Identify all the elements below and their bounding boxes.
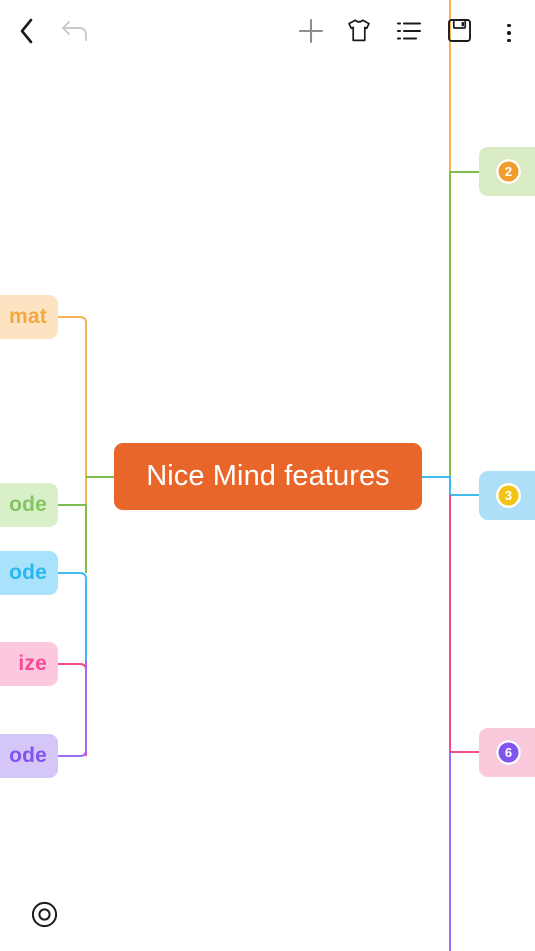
recenter-button[interactable] [27, 900, 61, 934]
list-outline-icon [396, 20, 422, 47]
mindmap-root-node[interactable]: Nice Mind features [114, 443, 422, 510]
left-trunk-pink [58, 663, 87, 756]
node-label: ode [9, 493, 47, 516]
mindmap-node-left-node-purple[interactable]: ode [0, 734, 58, 778]
mindmap-app: Nice Mind features mat ode ode ize ode 2… [0, 0, 535, 951]
add-node-button[interactable] [290, 10, 332, 56]
more-options-button[interactable] [490, 10, 528, 56]
mindmap-node-left-organize[interactable]: ize [0, 642, 58, 686]
theme-button[interactable] [338, 10, 380, 56]
mindmap-node-right-pink[interactable]: 6 [479, 728, 535, 777]
node-count-badge: 3 [496, 483, 521, 508]
mindmap-node-left-node-green[interactable]: ode [0, 483, 58, 527]
undo-arrow-icon [60, 18, 90, 49]
mindmap-canvas[interactable]: Nice Mind features mat ode ode ize ode 2… [0, 0, 535, 951]
mindmap-node-right-blue[interactable]: 3 [479, 471, 535, 520]
chevron-left-icon [18, 17, 35, 50]
node-label: ode [9, 744, 47, 767]
mindmap-node-left-format[interactable]: mat [0, 295, 58, 339]
back-button[interactable] [6, 10, 46, 56]
plus-icon [298, 18, 324, 49]
mindmap-node-left-node-blue[interactable]: ode [0, 551, 58, 595]
node-label: ize [18, 652, 47, 675]
node-label: mat [9, 305, 47, 328]
node-label: ode [9, 561, 47, 584]
undo-button[interactable] [55, 10, 95, 56]
root-node-label: Nice Mind features [146, 460, 390, 492]
target-circle-icon [30, 900, 59, 934]
tshirt-icon [346, 18, 372, 48]
outline-button[interactable] [388, 10, 430, 56]
kebab-menu-icon [507, 23, 511, 43]
node-count-badge: 2 [496, 159, 521, 184]
right-branch-blue [422, 476, 479, 496]
floppy-disk-icon [447, 18, 472, 48]
node-count-badge: 6 [496, 740, 521, 765]
save-button[interactable] [438, 10, 480, 56]
left-trunk-orange [58, 316, 87, 505]
left-trunk-blue [58, 572, 87, 664]
left-trunk-purple [58, 660, 87, 757]
left-trunk-green [58, 504, 87, 573]
mindmap-node-right-green[interactable]: 2 [479, 147, 535, 196]
